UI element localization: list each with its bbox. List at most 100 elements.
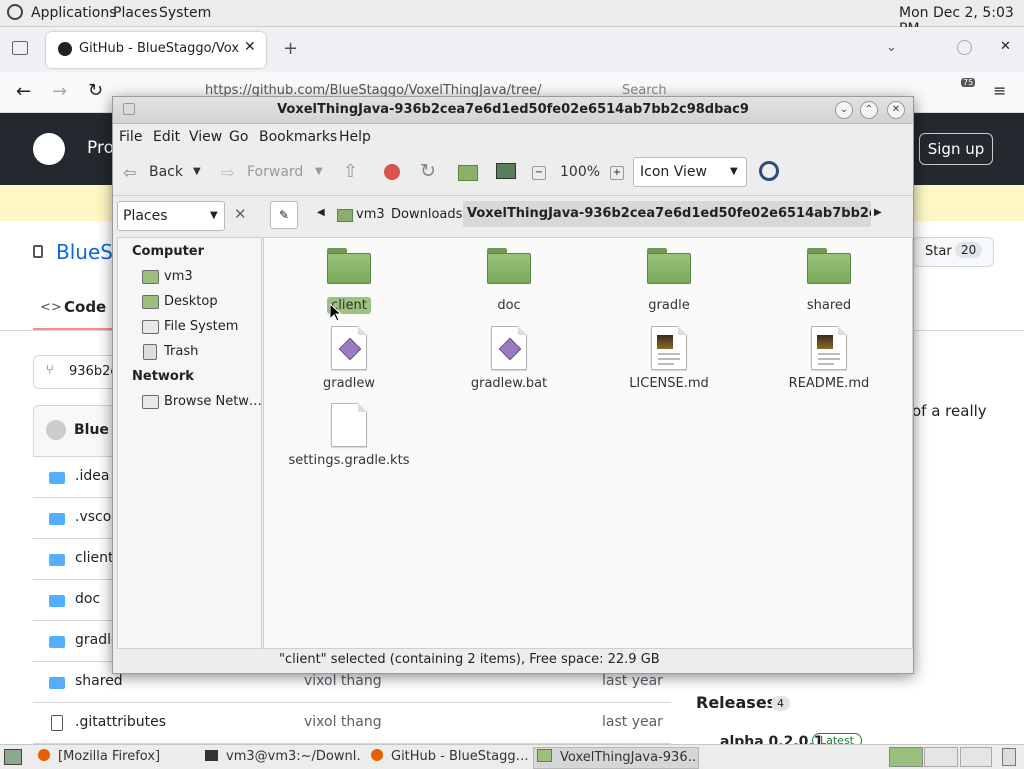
back-history-arrow[interactable]: ▼ xyxy=(193,157,201,187)
close-pane-icon[interactable]: ✕ xyxy=(234,205,247,223)
path-right-arrow[interactable]: ▶ xyxy=(874,207,882,218)
workspace-switcher-2[interactable] xyxy=(924,747,958,767)
menu-edit[interactable]: Edit xyxy=(153,129,180,145)
path-left-arrow[interactable]: ◀ xyxy=(317,207,325,218)
close-browser-icon[interactable]: ✕ xyxy=(1000,39,1011,54)
gnome-logo-icon[interactable] xyxy=(7,4,23,20)
back-arrow-icon[interactable]: ← xyxy=(16,81,31,102)
sign-up-button[interactable]: Sign up xyxy=(919,133,993,165)
path-downloads[interactable]: Downloads xyxy=(391,207,462,222)
file-item-label: shared xyxy=(806,298,852,313)
commit-author[interactable]: vixol thang xyxy=(304,673,382,689)
places-menu[interactable]: Places xyxy=(113,5,158,21)
stop-icon[interactable] xyxy=(384,164,400,180)
table-row[interactable]: .gitattributes vixol thang last year xyxy=(33,703,671,744)
file-item-readme-md[interactable]: README.md xyxy=(759,326,899,391)
folder-icon xyxy=(49,554,65,566)
computer-icon[interactable] xyxy=(496,163,516,179)
file-item-gradlew-bat[interactable]: gradlew.bat xyxy=(439,326,579,391)
back-button[interactable]: Back xyxy=(149,157,183,187)
file-item-label: gradle xyxy=(648,298,690,313)
menu-go[interactable]: Go xyxy=(229,129,248,145)
file-item-license-md[interactable]: LICENSE.md xyxy=(599,326,739,391)
places-select[interactable]: Places ▼ xyxy=(117,201,225,231)
github-logo-icon[interactable] xyxy=(33,133,65,165)
network-icon xyxy=(142,395,159,409)
menu-view[interactable]: View xyxy=(189,129,222,145)
tab-list-icon[interactable]: ⌄ xyxy=(886,40,897,55)
folder-icon xyxy=(49,595,65,607)
bottom-taskbar: [Mozilla Firefox] vm3@vm3:~/Downl… GitHu… xyxy=(0,744,1024,769)
close-icon[interactable]: ✕ xyxy=(887,101,905,119)
releases-heading[interactable]: Releases xyxy=(696,693,776,712)
zoom-in-icon[interactable]: + xyxy=(610,166,624,180)
maximize-icon[interactable]: ⌃ xyxy=(860,101,878,119)
home-folder-icon xyxy=(142,270,159,284)
up-icon[interactable]: ⇧ xyxy=(343,161,358,182)
file-icon xyxy=(51,715,63,731)
task-firefox[interactable]: [Mozilla Firefox] xyxy=(34,747,194,767)
search-icon[interactable] xyxy=(759,161,779,181)
sidebar-heading-network: Network xyxy=(132,369,194,384)
forward-icon[interactable]: ⇨ xyxy=(221,163,234,182)
task-terminal[interactable]: vm3@vm3:~/Downl… xyxy=(202,747,362,767)
path-vm3[interactable]: vm3 xyxy=(356,207,385,222)
minimize-icon[interactable]: ⌄ xyxy=(835,101,853,119)
file-item-doc[interactable]: doc xyxy=(439,248,579,313)
file-name[interactable]: shared xyxy=(75,673,123,689)
workspace-switcher-3[interactable] xyxy=(960,747,992,767)
reload-fm-icon[interactable]: ↻ xyxy=(420,160,436,182)
reload-icon[interactable]: ↻ xyxy=(88,80,103,101)
view-mode-select[interactable]: Icon View ▼ xyxy=(633,157,747,187)
fm-title-bar[interactable]: VoxelThingJava-936b2cea7e6d1ed50fe02e651… xyxy=(113,97,913,124)
folder-icon xyxy=(49,677,65,689)
forward-history-arrow[interactable]: ▼ xyxy=(315,157,323,187)
header-menu-text[interactable]: Pro xyxy=(87,138,114,158)
forward-button[interactable]: Forward xyxy=(247,157,303,187)
tab-overview-icon[interactable] xyxy=(12,41,28,55)
menu-file[interactable]: File xyxy=(119,129,142,145)
path-current[interactable]: VoxelThingJava-936b2cea7e6d1ed50fe02e651… xyxy=(463,201,871,227)
firefox-tab-github[interactable]: GitHub - BlueStaggo/VoxelT ✕ xyxy=(46,32,266,68)
edit-location-icon[interactable]: ✎ xyxy=(270,201,298,229)
workspace-switcher[interactable] xyxy=(889,747,923,767)
file-name[interactable]: client xyxy=(75,550,113,566)
minimize-browser-icon[interactable] xyxy=(957,40,972,55)
fm-icon-view[interactable]: client doc gradle shared gradlew gradlew.bat L… xyxy=(263,237,913,649)
folder-icon xyxy=(487,248,531,284)
menu-help[interactable]: Help xyxy=(339,129,371,145)
menu-bookmarks[interactable]: Bookmarks xyxy=(259,129,337,145)
task-file-manager[interactable]: VoxelThingJava-936… xyxy=(533,747,699,769)
trash-applet-icon[interactable] xyxy=(1002,748,1016,766)
file-name[interactable]: .gitattributes xyxy=(75,714,166,730)
file-name[interactable]: doc xyxy=(75,591,100,607)
menu-icon[interactable]: ≡ xyxy=(993,81,1006,100)
close-tab-icon[interactable]: ✕ xyxy=(244,39,256,55)
file-name[interactable]: .idea xyxy=(75,468,109,484)
repo-icon xyxy=(33,245,43,258)
file-item-gradle[interactable]: gradle xyxy=(599,248,739,313)
code-tab[interactable]: Code xyxy=(64,298,106,316)
show-desktop-icon[interactable] xyxy=(4,749,22,765)
releases-count: 4 xyxy=(771,696,790,711)
repo-name-link[interactable]: BlueS xyxy=(56,240,113,264)
file-item-shared[interactable]: shared xyxy=(759,248,899,313)
back-icon[interactable]: ⇦ xyxy=(123,163,136,182)
document-file-icon xyxy=(651,326,687,370)
zoom-out-icon[interactable]: − xyxy=(532,166,546,180)
task-github[interactable]: GitHub - BlueStagg… xyxy=(368,747,528,767)
forward-arrow-icon[interactable]: → xyxy=(52,81,67,102)
view-mode-value: Icon View xyxy=(640,164,707,180)
file-item-client[interactable]: client xyxy=(279,248,419,314)
new-tab-icon[interactable]: + xyxy=(283,38,298,59)
desktop-folder-icon xyxy=(142,295,159,309)
star-button[interactable]: Star 20 xyxy=(912,237,994,267)
system-menu[interactable]: System xyxy=(159,5,211,21)
home-icon[interactable] xyxy=(458,165,478,181)
applications-menu[interactable]: Applications xyxy=(31,5,117,21)
sidebar-heading-computer: Computer xyxy=(132,244,205,259)
file-item-gradlew[interactable]: gradlew xyxy=(279,326,419,391)
commit-author[interactable]: vixol thang xyxy=(304,714,382,730)
repo-description: of a really xyxy=(912,402,987,420)
file-item-settings-gradle-kts[interactable]: settings.gradle.kts xyxy=(279,403,419,468)
